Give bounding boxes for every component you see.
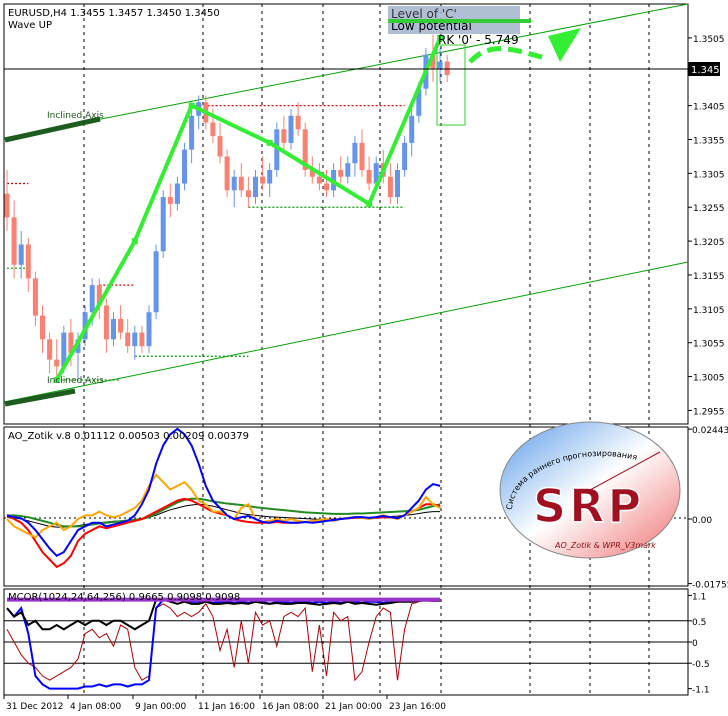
ao-tick-label: 0.02443 [692,426,728,436]
candle-body [402,142,408,170]
candle-body [4,193,10,218]
price-tick-label: 1.3005 [693,374,725,384]
srp-logo: Система раннего прогнозирования SRP AO_Z… [499,421,681,559]
candle-body [366,169,372,184]
candle-body [89,285,95,313]
price-panel-frame [3,3,689,425]
mcor-title: MCOR(1024,24,64,256) 0.9665 0.9098 0.909… [8,592,240,603]
price-tick-label: 1.3255 [693,204,725,214]
ao-title: AO_Zotik v.8 0.01112 0.00503 0.00209 0.0… [8,431,249,442]
ao-axis: 0.02443 0.00 -0.01755 [688,426,728,591]
candle-body [153,251,159,313]
candle-body [189,115,195,150]
inclined-axis-top-label: Inclined Axis [47,111,104,121]
candle-body [260,176,266,184]
candle-body [210,122,216,137]
candle-body [345,163,351,177]
inclined-axis-bottom-label: Inclined Axis [47,376,104,386]
candle-body [437,61,443,69]
candle-body [160,197,166,252]
candle-body [111,319,116,340]
candle-body [288,115,294,143]
candle-body [118,319,124,333]
ao-tick-label: 0.00 [692,516,712,526]
wave-label: Wave UP [8,20,52,31]
candle-body [11,217,17,265]
time-tick-label: 21 Jan 00:00 [325,702,382,712]
candle-body [125,332,131,347]
price-tick-label: 1.3405 [693,103,725,113]
candle-body [338,169,344,177]
mcor-tick-label: -1.1 [692,686,710,696]
candle-body [295,115,301,130]
price-tick-label: 1.3305 [693,170,725,180]
candle-body [146,312,152,347]
candle-body [253,176,258,198]
candle-body [47,339,53,360]
price-tick-label: 1.3355 [693,136,725,146]
candle-body [217,136,223,157]
time-tick-label: 9 Jan 00:00 [135,702,187,712]
candle-body [316,176,322,184]
time-tick-label: 11 Jan 16:00 [198,702,255,712]
chart-stage: Level of 'C' Low potential RK '0' - 5.74… [3,3,728,712]
time-tick-label: 16 Jan 08:00 [262,702,319,712]
rk-label: RK '0' - 5.749 [438,33,519,47]
mcor-tick-label: 1.1 [692,592,706,602]
price-tick-label: 1.2955 [693,407,725,417]
candle-body [103,305,109,340]
candle-body [139,332,145,347]
mcor-tick-label: 0 [692,639,698,649]
candle-body [224,156,230,191]
symbol-header: EURUSD,H4 1.3455 1.3457 1.3450 1.3450 [8,8,220,19]
mcor-tick-label: -0.5 [692,660,710,670]
candle-body [324,183,329,191]
candle-body [174,183,180,204]
candle-body [359,142,365,170]
wave-node [266,139,273,146]
mcor-axis: 1.1 0.5 0 -0.5 -1.1 [688,592,710,696]
logo-caption: AO_Zotik & WPR_V3mark [554,541,656,550]
candle-body [267,169,273,184]
time-axis: 31 Dec 2012 4 Jan 08:00 9 Jan 00:00 11 Jan … [3,695,446,712]
candle-body [132,332,138,347]
wave-node [131,238,138,245]
candle-body [25,244,31,279]
price-axis: 1.3505 1.3405 1.3355 1.3305 1.3255 1.3205 1.31… [688,35,725,417]
candle-body [281,129,287,143]
candle-body [352,142,358,164]
wave-node [366,200,373,207]
ao-tick-label: -0.01755 [692,581,728,591]
candle-body [182,149,187,184]
wave-node [188,102,195,109]
price-tick-label: 1.3155 [693,272,725,282]
candle-body [18,244,24,265]
candle-body [231,176,237,191]
logo-letters: SRP [533,479,644,533]
candle-body [409,115,415,143]
candle-body [395,169,400,198]
time-tick-label: 31 Dec 2012 [6,702,64,712]
price-tick-label: 1.3055 [693,340,725,350]
candle-body [167,197,173,204]
candle-body [387,176,393,198]
current-price-value: 1.3450 [691,65,726,76]
time-tick-label: 4 Jan 08:00 [70,702,122,712]
price-tick-label: 1.3505 [693,35,725,45]
candle-body [238,176,244,191]
price-tick-label: 1.3105 [693,306,725,316]
candle-body [32,278,38,316]
candle-body [444,61,450,76]
time-tick-label: 23 Jan 16:00 [389,702,446,712]
candle-body [40,315,45,340]
price-tick-label: 1.3205 [693,238,725,248]
candle-body [245,190,251,198]
candle-body [54,359,60,367]
mcor-tick-label: 0.5 [692,618,706,628]
